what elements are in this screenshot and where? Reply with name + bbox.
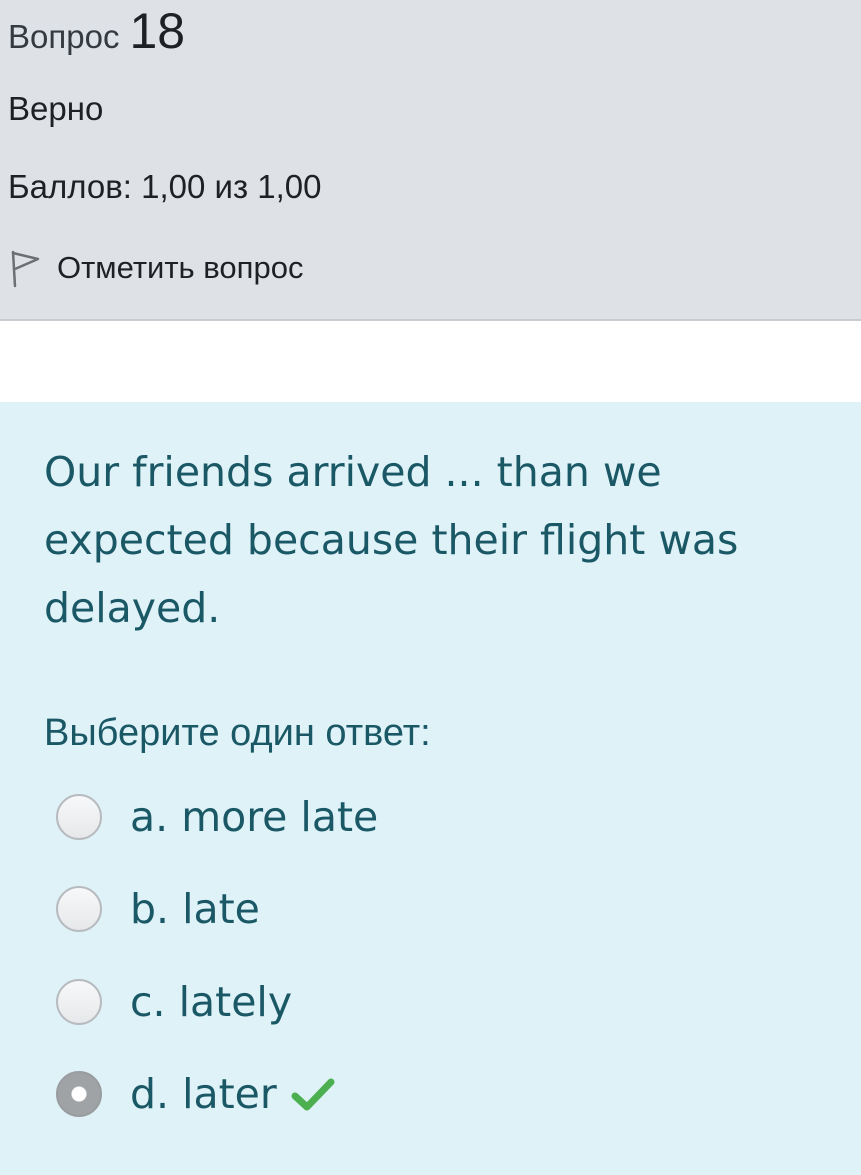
correct-check-icon	[291, 1074, 335, 1114]
radio-b[interactable]	[56, 886, 102, 932]
question-number: 18	[129, 3, 186, 59]
answer-option-b[interactable]: b. late	[56, 884, 260, 934]
question-text: Our friends arrived ... than we expected…	[44, 448, 739, 632]
question-state: Верно	[8, 90, 104, 127]
radio-c[interactable]	[56, 979, 102, 1025]
answer-option-label: b. late	[130, 885, 260, 933]
answer-option-c[interactable]: c. lately	[56, 977, 292, 1027]
answer-option-label: a. more late	[130, 793, 379, 841]
question-content-panel: Our friends arrived ... than we expected…	[0, 402, 861, 1175]
question-heading: Вопрос 18	[8, 2, 185, 62]
question-info-panel: Вопрос 18 Верно Баллов: 1,00 из 1,00 Отм…	[0, 0, 861, 321]
answer-option-d[interactable]: d. later	[56, 1069, 335, 1119]
answer-option-label: c. lately	[130, 978, 293, 1026]
flag-question-link[interactable]: Отметить вопрос	[8, 248, 303, 288]
radio-d-selected[interactable]	[56, 1071, 102, 1117]
answer-option-a[interactable]: a. more late	[56, 792, 378, 842]
flag-outline-icon	[8, 248, 42, 288]
answer-option-label: d. later	[130, 1070, 277, 1118]
answer-prompt: Выберите один ответ:	[44, 712, 431, 754]
question-label: Вопрос	[8, 18, 120, 55]
radio-a[interactable]	[56, 794, 102, 840]
question-grade: Баллов: 1,00 из 1,00	[8, 168, 322, 205]
flag-question-label: Отметить вопрос	[57, 250, 304, 285]
